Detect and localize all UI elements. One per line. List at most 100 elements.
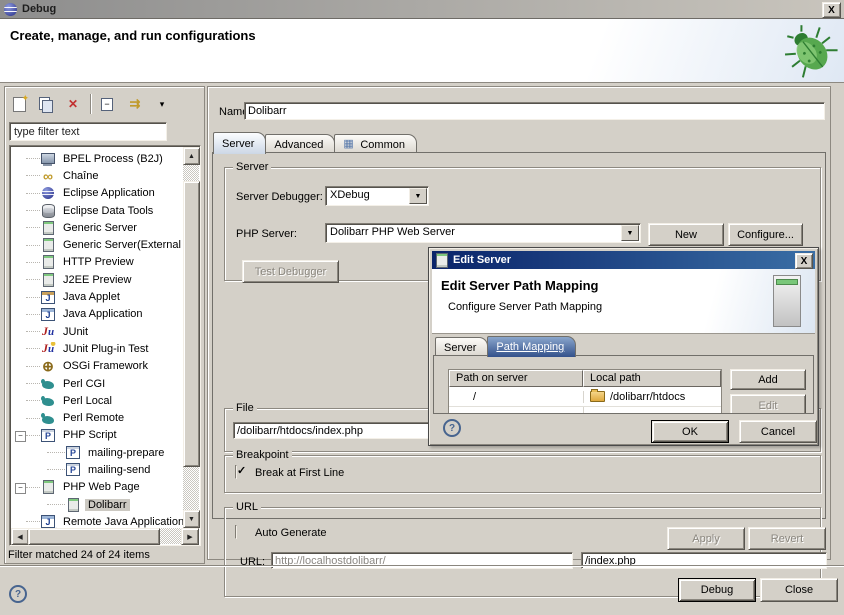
tree-item-eclipse-data-tools[interactable]: Eclipse Data Tools [11,202,183,219]
revert-button[interactable]: Revert [748,527,826,550]
tree-item-osgi-framework[interactable]: OSGi Framework [11,358,183,375]
auto-generate-checkbox[interactable] [235,525,237,539]
tree-item-label: Perl Remote [60,412,127,424]
tree-item-label: BPEL Process (B2J) [60,153,166,165]
php-server-select[interactable]: Dolibarr PHP Web Server [325,223,641,243]
window-close-button[interactable]: X [822,2,841,18]
tree-item-j2ee-preview[interactable]: J2EE Preview [11,271,183,288]
name-input[interactable] [244,102,825,120]
tab-server[interactable]: Server [213,132,266,154]
chain-icon [40,169,56,183]
filter-button[interactable] [125,94,145,114]
ok-button[interactable]: OK [651,420,729,443]
tree-item-perl-remote[interactable]: Perl Remote [11,409,183,426]
tree-item-junit-plug-in-test[interactable]: JUnit Plug-in Test [11,340,183,357]
scroll-right-icon[interactable]: ▶ [181,528,199,545]
scroll-left-icon[interactable]: ◀ [11,528,29,545]
tree-item-generic-server-external-la[interactable]: Generic Server(External La [11,236,183,253]
tree-vertical-scrollbar[interactable]: ▲ ▼ [183,147,199,528]
tree-item-php-web-page[interactable]: −PHP Web Page [11,479,183,496]
page-title: Create, manage, and run configurations [10,28,256,43]
chevron-down-icon[interactable] [409,188,427,204]
duplicate-button[interactable] [36,94,56,114]
eclipse-app-icon [40,186,56,200]
tree-item-java-application[interactable]: Java Application [11,306,183,323]
apply-button[interactable]: Apply [667,527,745,550]
edit-server-close-button[interactable]: X [795,253,813,269]
add-mapping-button[interactable]: Add [730,369,806,390]
path-mapping-table: Path on serverLocal path//dolibarr/htdoc… [448,369,722,414]
vertical-scroll-thumb[interactable] [183,181,200,467]
tree-item-java-applet[interactable]: Java Applet [11,288,183,305]
tab-path-mapping[interactable]: Path Mapping [487,336,576,357]
database-icon [40,204,56,218]
tree-item-label: PHP Script [60,429,120,441]
filter-input[interactable] [12,124,164,139]
tree-item-mailing-prepare[interactable]: mailing-prepare [11,444,183,461]
tree-item-remote-java-application[interactable]: Remote Java Application [11,513,183,528]
tree-item-perl-cgi[interactable]: Perl CGI [11,375,183,392]
tree-item-bpel-process-b2j-[interactable]: BPEL Process (B2J) [11,150,183,167]
header-banner: Create, manage, and run configurations [0,19,844,83]
debug-button[interactable]: Debug [678,578,756,602]
new-config-button[interactable] [9,94,29,114]
tree-item-eclipse-application[interactable]: Eclipse Application [11,185,183,202]
url-group-legend: URL [233,501,261,513]
server-debugger-select[interactable]: XDebug [325,186,429,206]
tab-server[interactable]: Server [435,337,488,357]
menu-caret-button[interactable] [152,94,172,114]
empty-table-row [449,407,721,414]
filter-status: Filter matched 24 of 24 items [8,549,150,561]
config-tree: BPEL Process (B2J) Chaîne Eclipse Applicat… [9,145,201,546]
tree-item-dolibarr[interactable]: Dolibarr [11,496,183,513]
scroll-up-icon[interactable]: ▲ [183,147,200,165]
dialog-help-icon[interactable]: ? [443,419,461,437]
path-mapping-content: Path on serverLocal path//dolibarr/htdoc… [433,355,814,414]
collapse-expander-icon[interactable]: − [15,483,26,494]
delete-button[interactable] [63,94,83,114]
bug-icon [784,22,838,81]
bpel-process-icon [40,152,56,166]
toolbar-separator [90,94,91,114]
server-icon [40,255,56,269]
tab-advanced[interactable]: Advanced [265,134,335,154]
collapse-expander-icon[interactable]: − [15,431,26,442]
column-header[interactable]: Local path [583,370,721,387]
config-toolbar [9,91,172,117]
server-debugger-label: Server Debugger: [236,191,323,203]
cancel-button[interactable]: Cancel [739,420,817,443]
horizontal-scroll-thumb[interactable] [28,528,160,545]
break-first-line-checkbox[interactable] [235,465,237,479]
empty-cell [583,407,721,414]
help-icon[interactable]: ? [9,585,27,603]
tab-common[interactable]: ▦Common [334,134,417,154]
tree-item-label: Chaîne [60,170,101,182]
test-debugger-button[interactable]: Test Debugger [242,260,339,283]
tree-connector [47,469,65,470]
configure-button[interactable]: Configure... [728,223,803,246]
chevron-down-icon[interactable] [621,225,639,241]
tab-label: Server [222,138,254,150]
edit-mapping-button[interactable]: Edit [730,394,806,414]
tree-item-cha-ne[interactable]: Chaîne [11,167,183,184]
php-server-label: PHP Server: [236,228,297,240]
perl-icon [40,377,56,391]
tree-item-php-script[interactable]: − PHP Script [11,427,183,444]
tree-item-generic-server[interactable]: Generic Server [11,219,183,236]
tree-item-junit[interactable]: JUnit [11,323,183,340]
column-header[interactable]: Path on server [449,370,583,387]
tree-horizontal-scrollbar[interactable]: ◀ ▶ [11,528,199,544]
close-button[interactable]: Close [760,578,838,602]
tree-item-http-preview[interactable]: HTTP Preview [11,254,183,271]
tab-label: Path Mapping [496,341,564,353]
table-row[interactable]: //dolibarr/htdocs [449,387,721,407]
collapse-all-button[interactable] [98,94,118,114]
tree-item-mailing-send[interactable]: mailing-send [11,461,183,478]
scroll-down-icon[interactable]: ▼ [183,510,200,528]
tree-item-perl-local[interactable]: Perl Local [11,392,183,409]
tree-connector [26,227,40,228]
tree-connector [26,193,40,194]
edit-server-banner: Edit Server Path Mapping Configure Serve… [432,269,815,334]
file-group-legend: File [233,402,257,414]
new-server-button[interactable]: New [648,223,724,246]
